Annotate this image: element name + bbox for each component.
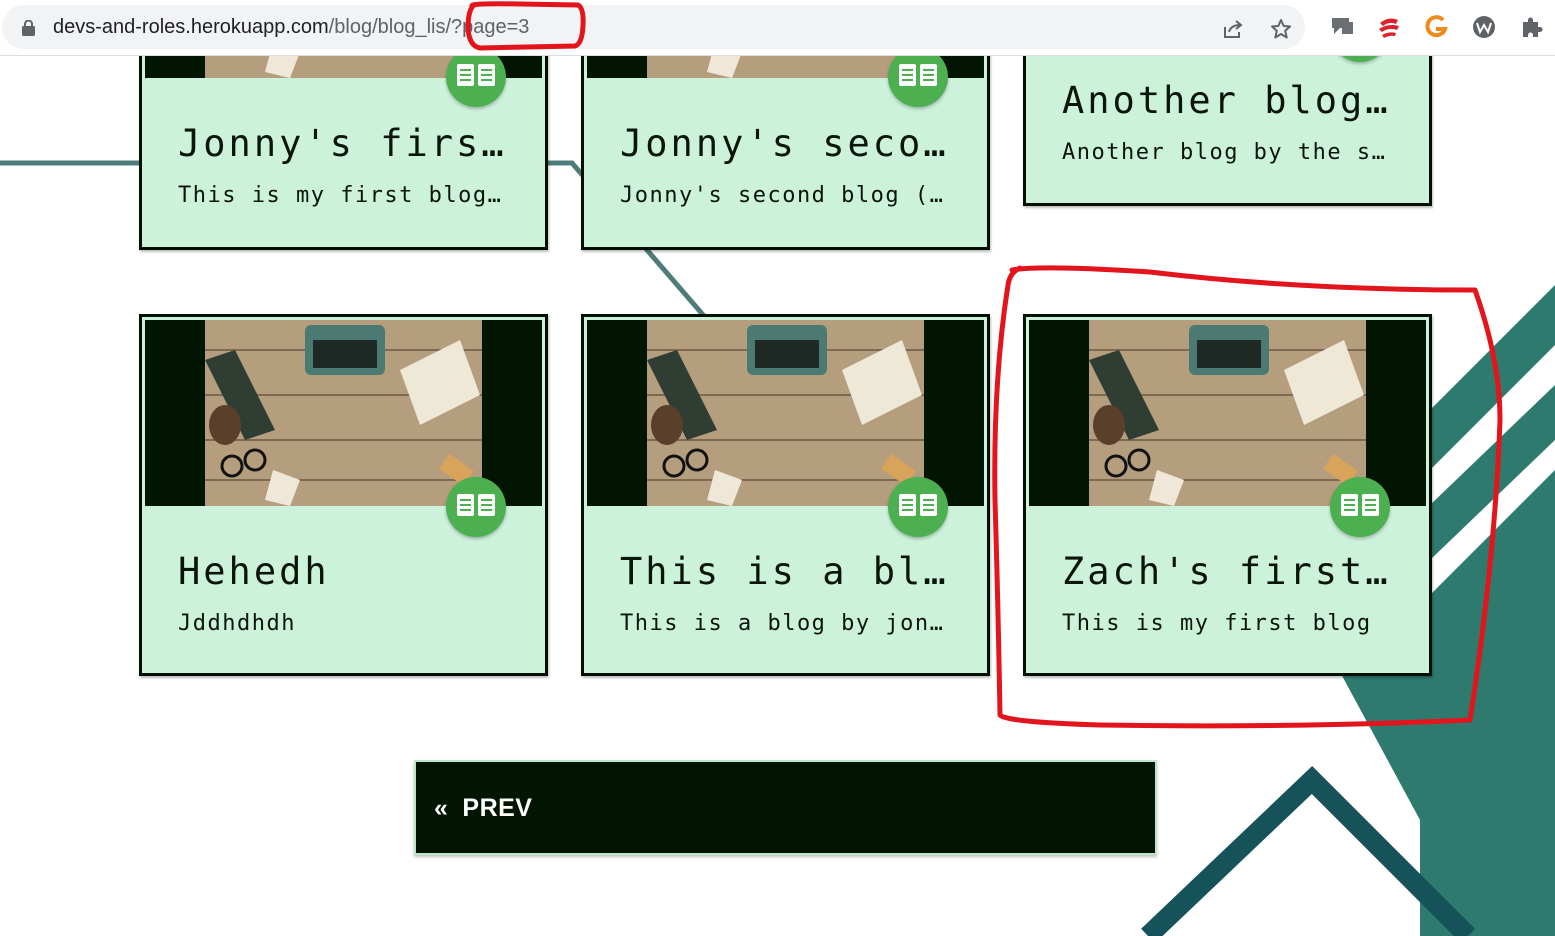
bookmark-star-icon[interactable] xyxy=(1270,18,1292,40)
card-title[interactable]: Jonny's first blog xyxy=(178,122,507,165)
extension-w-icon[interactable] xyxy=(1471,14,1497,40)
url-path: /blog/blog_lis xyxy=(328,16,446,38)
card-excerpt: This is my first blog: Jonny xyxy=(178,183,507,208)
extension-chat-icon[interactable] xyxy=(1329,14,1355,40)
card-title[interactable]: Hehedh xyxy=(178,550,507,593)
pagination-bar: « PREV xyxy=(414,760,1157,855)
url-host: devs-and-roles.herokuapp.com xyxy=(53,16,329,38)
typewriter-photo xyxy=(205,320,482,506)
typewriter-photo xyxy=(1089,320,1366,506)
open-book-icon xyxy=(457,64,495,86)
url-query: /?page=3 xyxy=(445,16,530,38)
open-book-icon xyxy=(457,494,495,516)
card-excerpt: This is my first blog xyxy=(1062,611,1372,636)
prev-arrow-icon: « xyxy=(434,794,449,822)
card-excerpt: Another blog by the site owner xyxy=(1062,140,1391,165)
read-blog-badge[interactable] xyxy=(446,47,506,107)
open-book-icon xyxy=(1341,494,1379,516)
url-text[interactable]: devs-and-roles.herokuapp.com/blog/blog_l… xyxy=(53,16,529,39)
card-title[interactable]: Jonny's second blog xyxy=(620,122,949,165)
read-blog-badge[interactable] xyxy=(888,477,948,537)
blog-card[interactable]: Hehedh Jddhdhdh xyxy=(139,314,548,676)
blog-card[interactable]: This is a blog by jonny This is a blog b… xyxy=(581,314,990,676)
typewriter-photo xyxy=(647,320,924,506)
card-excerpt: Jddhdhdh xyxy=(178,611,296,636)
extension-red-icon[interactable] xyxy=(1376,14,1402,40)
browser-toolbar: devs-and-roles.herokuapp.com/blog/blog_l… xyxy=(0,0,1555,56)
card-excerpt: This is a blog by jonny xyxy=(620,611,949,636)
lock-icon xyxy=(22,20,35,36)
open-book-icon xyxy=(899,494,937,516)
card-title[interactable]: Another blog by the site xyxy=(1062,79,1391,122)
prev-label: PREV xyxy=(462,794,533,822)
read-blog-badge[interactable] xyxy=(888,47,948,107)
card-title[interactable]: This is a blog by jonny xyxy=(620,550,949,593)
open-book-icon xyxy=(899,64,937,86)
share-icon[interactable] xyxy=(1222,18,1244,40)
extensions-puzzle-icon[interactable] xyxy=(1519,14,1545,40)
read-blog-badge[interactable] xyxy=(446,477,506,537)
card-title[interactable]: Zach's first blog xyxy=(1062,550,1391,593)
card-excerpt: Jonny's second blog (edited) xyxy=(620,183,949,208)
address-bar[interactable]: devs-and-roles.herokuapp.com/blog/blog_l… xyxy=(2,5,1305,49)
prev-page-link[interactable]: « PREV xyxy=(434,794,533,823)
extension-orange-icon[interactable] xyxy=(1423,14,1449,40)
blog-card[interactable]: Zach's first blog This is my first blog xyxy=(1023,314,1432,676)
read-blog-badge[interactable] xyxy=(1330,477,1390,537)
